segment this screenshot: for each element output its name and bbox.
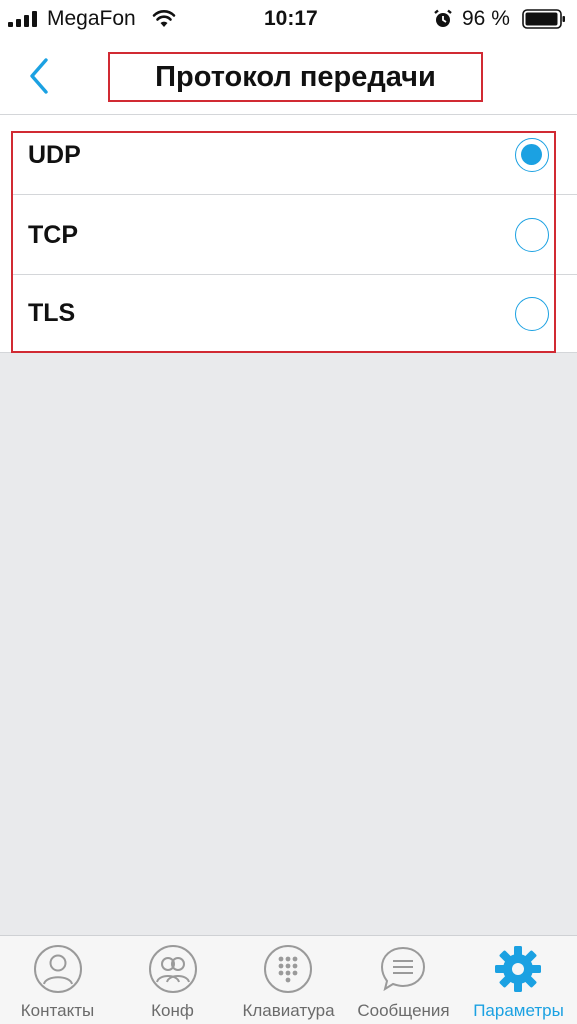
radio-checked-icon[interactable] [515, 138, 549, 172]
navigation-bar: Протокол передачи [0, 38, 577, 115]
chat-bubble-icon [380, 946, 426, 992]
tab-label: Сообщения [357, 1001, 450, 1020]
gear-icon [495, 946, 541, 992]
option-label: TCP [28, 221, 78, 249]
carrier-name: MegaFon [47, 7, 136, 30]
tab-settings[interactable]: Параметры [460, 936, 577, 1024]
option-tcp[interactable]: TCP [0, 195, 577, 275]
tab-label: Контакты [20, 1001, 95, 1020]
tab-label: Параметры [473, 1001, 564, 1020]
tab-label: Конф [151, 1001, 194, 1020]
status-bar: MegaFon 10:17 96 % [0, 0, 577, 38]
page-title: Протокол передачи [155, 60, 436, 93]
dialpad-icon [264, 945, 312, 993]
tab-contacts[interactable]: Контакты [0, 936, 115, 1024]
radio-unchecked-icon[interactable] [515, 218, 549, 252]
signal-icon [8, 11, 37, 27]
title-highlight-box: Протокол передачи [108, 52, 483, 102]
tab-bar: Контакты Конф Клавиатура Сообщения Парам… [0, 935, 577, 1024]
clock: 10:17 [264, 7, 318, 30]
group-icon [149, 945, 197, 993]
option-label: UDP [28, 141, 81, 169]
person-icon [34, 945, 82, 993]
tab-dialpad[interactable]: Клавиатура [230, 936, 347, 1024]
tab-messages[interactable]: Сообщения [347, 936, 460, 1024]
protocol-list: UDP TCP TLS [0, 115, 577, 353]
battery-icon [522, 9, 565, 29]
option-udp[interactable]: UDP [0, 115, 577, 195]
tab-label: Клавиатура [242, 1001, 335, 1020]
wifi-icon [152, 10, 176, 27]
tab-conference[interactable]: Конф [115, 936, 230, 1024]
option-tls[interactable]: TLS [0, 275, 577, 355]
option-label: TLS [28, 299, 76, 327]
alarm-icon [434, 9, 452, 27]
back-button[interactable] [24, 56, 54, 96]
radio-unchecked-icon[interactable] [515, 297, 549, 331]
battery-percent: 96 % [462, 7, 510, 30]
